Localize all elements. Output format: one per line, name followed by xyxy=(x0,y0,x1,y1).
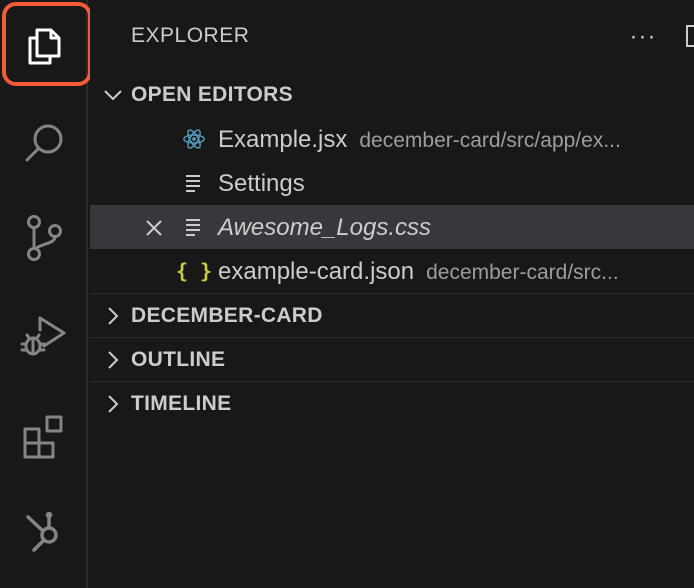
explorer-title: EXPLORER xyxy=(131,24,250,47)
chevron-right-icon xyxy=(98,345,128,375)
open-editor-item[interactable]: Settings xyxy=(90,161,694,205)
explorer-icon[interactable] xyxy=(0,0,88,88)
close-icon[interactable] xyxy=(142,216,166,240)
lines-file-icon xyxy=(182,171,206,195)
layout-icon[interactable] xyxy=(686,25,694,47)
file-path: december-card/src... xyxy=(426,261,619,284)
file-name: Example.jsx xyxy=(218,126,348,153)
explorer-sidebar: EXPLORER ··· OPEN EDITORS Example.jsx de… xyxy=(90,0,694,588)
chevron-right-icon xyxy=(98,301,128,331)
open-editor-item[interactable]: { } example-card.json december-card/src.… xyxy=(90,249,694,293)
chevron-right-icon xyxy=(98,389,128,419)
section-outline[interactable]: OUTLINE xyxy=(90,338,694,382)
search-icon[interactable] xyxy=(0,100,88,188)
react-icon xyxy=(182,127,206,151)
section-label: OUTLINE xyxy=(131,348,226,371)
lines-file-icon xyxy=(182,215,206,239)
hubspot-icon[interactable] xyxy=(0,486,88,574)
section-label: TIMELINE xyxy=(131,392,232,415)
file-path: december-card/src/app/ex... xyxy=(359,129,621,152)
chevron-down-icon xyxy=(98,80,128,110)
open-editor-item[interactable]: Example.jsx december-card/src/app/ex... xyxy=(90,117,694,161)
open-editor-item-active[interactable]: Awesome_Logs.css xyxy=(90,205,694,249)
explorer-header: EXPLORER ··· xyxy=(90,0,694,74)
section-timeline[interactable]: TIMELINE xyxy=(90,382,694,426)
run-and-debug-icon[interactable] xyxy=(0,290,88,378)
source-control-icon[interactable] xyxy=(0,194,88,282)
section-december-card[interactable]: DECEMBER-CARD xyxy=(90,294,694,338)
extensions-icon[interactable] xyxy=(0,392,88,480)
json-braces-icon: { } xyxy=(175,259,213,283)
open-editors-header[interactable]: OPEN EDITORS xyxy=(90,73,694,117)
file-name: example-card.json xyxy=(218,258,415,285)
file-name: Awesome_Logs.css xyxy=(218,214,431,241)
file-name: Settings xyxy=(218,170,305,197)
section-label: OPEN EDITORS xyxy=(131,83,293,106)
more-actions-button[interactable]: ··· xyxy=(626,22,660,52)
activity-bar xyxy=(0,0,92,588)
section-label: DECEMBER-CARD xyxy=(131,304,323,327)
